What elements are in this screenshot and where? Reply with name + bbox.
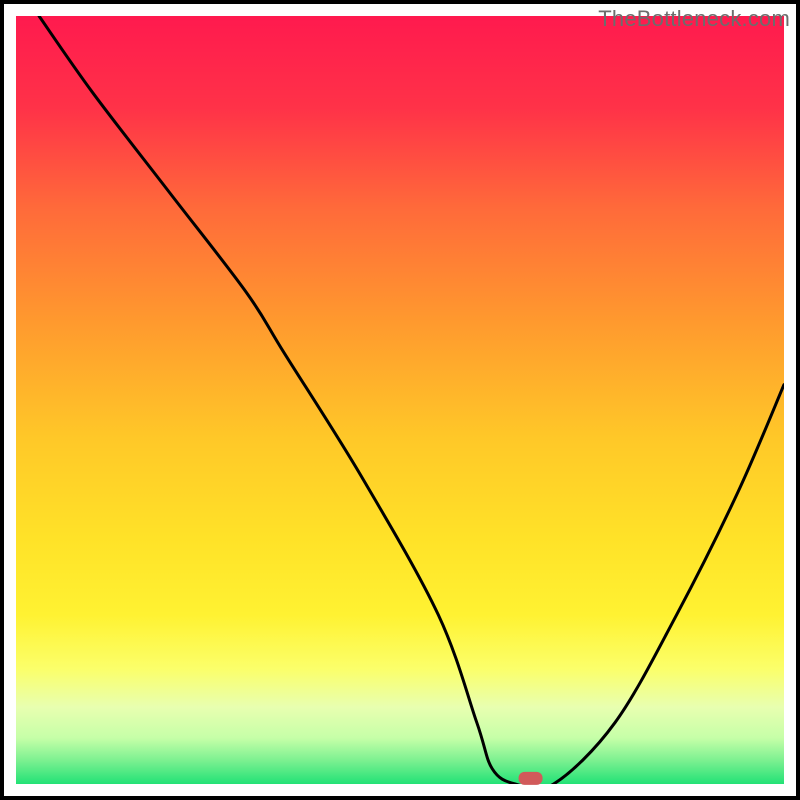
plot-background [16,16,784,784]
chart-container: TheBottleneck.com [0,0,800,800]
bottleneck-chart [0,0,800,800]
optimal-point-marker [519,772,543,785]
watermark-text: TheBottleneck.com [598,6,790,32]
